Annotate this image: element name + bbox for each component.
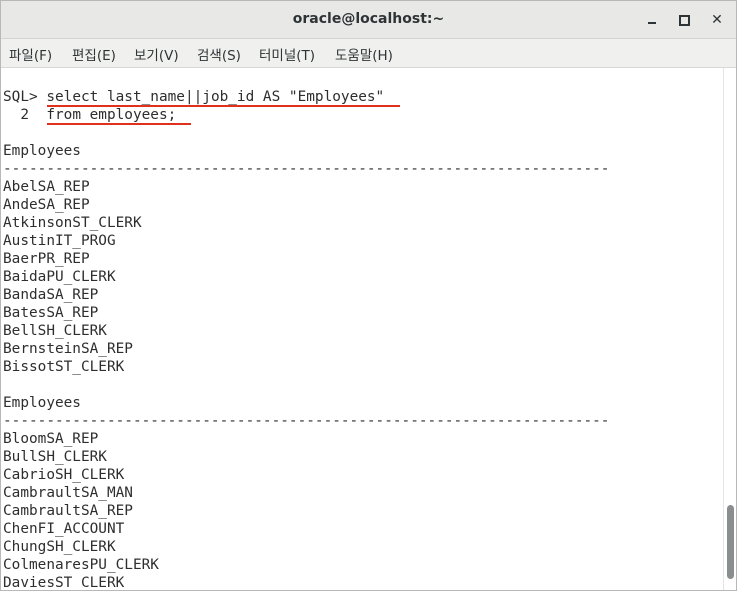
command-underline-1 <box>47 105 400 107</box>
column-separator: ----------------------------------------… <box>3 161 610 177</box>
result-row: BullSH_CLERK <box>3 449 107 465</box>
sql-command-line-2: 2 from employees; <box>3 106 176 124</box>
column-separator: ----------------------------------------… <box>3 413 610 429</box>
vertical-scrollbar[interactable] <box>723 68 736 590</box>
window-title: oracle@localhost:~ <box>292 11 445 27</box>
result-row: AtkinsonST_CLERK <box>3 215 142 231</box>
maximize-button[interactable] <box>673 9 695 31</box>
result-row: ChenFI_ACCOUNT <box>3 521 125 537</box>
maximize-icon <box>678 14 690 26</box>
result-row: CambraultSA_MAN <box>3 485 133 501</box>
result-row: BissotST_CLERK <box>3 359 125 375</box>
title-bar[interactable]: oracle@localhost:~ ✕ <box>1 1 736 39</box>
menu-file[interactable]: 파일(F) <box>9 44 52 64</box>
scrollbar-thumb[interactable] <box>727 505 734 579</box>
result-row: BellSH_CLERK <box>3 323 107 339</box>
result-row: BatesSA_REP <box>3 305 99 321</box>
result-row: BaidaPU_CLERK <box>3 269 116 285</box>
column-heading: Employees <box>3 143 81 159</box>
terminal-window: oracle@localhost:~ ✕ 파일(F) 편집(E) 보기(V) 검… <box>0 0 737 591</box>
line-number: 2 <box>3 107 47 123</box>
sql-command-text-1: select last_name||job_id AS "Employees" <box>46 89 385 105</box>
minimize-button[interactable] <box>641 9 663 31</box>
command-underline-2 <box>47 123 191 125</box>
minimize-icon <box>648 22 656 24</box>
menu-view[interactable]: 보기(V) <box>134 44 179 64</box>
result-row: ChungSH_CLERK <box>3 539 116 555</box>
sql-prompt: SQL> <box>3 89 47 105</box>
menu-help[interactable]: 도움말(H) <box>335 44 393 64</box>
sql-command-text-2: from employees; <box>46 107 177 123</box>
terminal-output[interactable]: SQL> select last_name||job_id AS "Employ… <box>1 68 723 590</box>
sql-command-line-1: SQL> select last_name||job_id AS "Employ… <box>3 88 384 106</box>
result-row: BloomSA_REP <box>3 431 99 447</box>
menu-terminal[interactable]: 터미널(T) <box>259 44 315 64</box>
close-button[interactable]: ✕ <box>706 9 728 31</box>
result-row: AustinIT_PROG <box>3 233 116 249</box>
close-icon: ✕ <box>711 12 723 28</box>
result-row: BernsteinSA_REP <box>3 341 133 357</box>
result-row: ColmenaresPU_CLERK <box>3 557 159 573</box>
result-row: CambraultSA_REP <box>3 503 133 519</box>
result-row: DaviesST_CLERK <box>3 575 125 590</box>
menu-bar: 파일(F) 편집(E) 보기(V) 검색(S) 터미널(T) 도움말(H) <box>1 39 736 68</box>
result-row: BaerPR_REP <box>3 251 90 267</box>
result-row: AndeSA_REP <box>3 197 90 213</box>
menu-search[interactable]: 검색(S) <box>197 44 241 64</box>
result-row: BandaSA_REP <box>3 287 99 303</box>
result-row: CabrioSH_CLERK <box>3 467 125 483</box>
column-heading: Employees <box>3 395 81 411</box>
menu-edit[interactable]: 편집(E) <box>72 44 116 64</box>
result-row: AbelSA_REP <box>3 179 90 195</box>
